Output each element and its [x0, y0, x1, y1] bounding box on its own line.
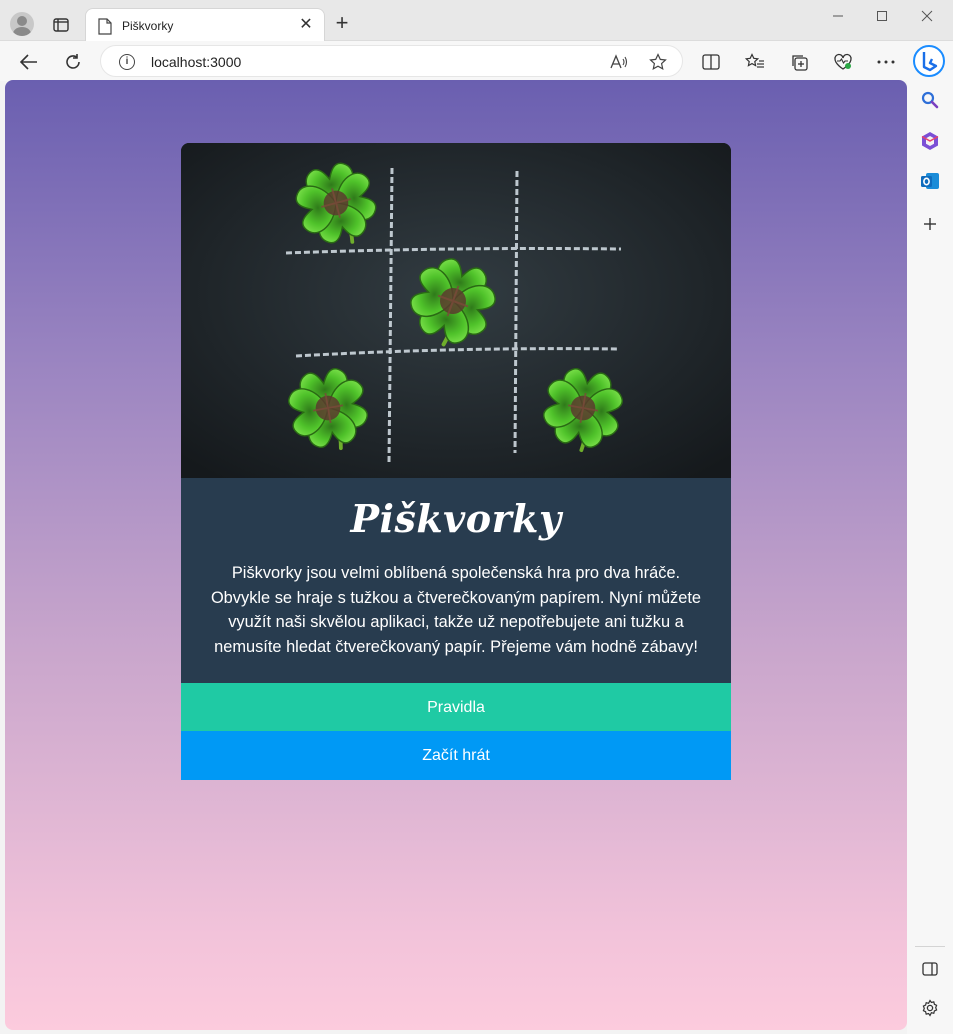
settings-icon[interactable] — [918, 996, 942, 1020]
browser-toolbar: i localhost:3000 — [0, 41, 953, 81]
sidebar-divider — [915, 946, 945, 947]
title-bar: Piškvorky ✕ + — [0, 0, 953, 42]
rules-button[interactable]: Pravidla — [181, 683, 731, 732]
add-icon[interactable] — [918, 212, 942, 236]
game-description: Piškvorky jsou velmi oblíbená společensk… — [210, 564, 702, 656]
game-card: Piškvorky Piškvorky jsou velmi oblíbená … — [181, 143, 731, 780]
page-viewport: Piškvorky Piškvorky jsou velmi oblíbená … — [5, 80, 907, 1030]
refresh-icon[interactable] — [59, 48, 87, 76]
favorites-icon[interactable] — [742, 49, 768, 75]
minimize-icon[interactable] — [823, 8, 853, 26]
copilot-icon[interactable] — [913, 45, 945, 77]
more-icon[interactable] — [873, 49, 899, 75]
read-aloud-icon[interactable] — [609, 52, 629, 72]
outlook-icon[interactable] — [918, 169, 942, 193]
hero-image — [181, 143, 731, 478]
address-bar[interactable]: i localhost:3000 — [100, 45, 683, 77]
info-icon[interactable]: i — [119, 54, 135, 70]
close-window-icon[interactable] — [912, 8, 942, 26]
favorite-star-icon[interactable] — [648, 52, 668, 72]
card-content: Piškvorky Piškvorky jsou velmi oblíbená … — [181, 478, 731, 683]
maximize-icon[interactable] — [867, 8, 897, 26]
page-title: Piškvorky — [350, 496, 562, 541]
office-icon[interactable] — [918, 129, 942, 153]
tab-close-icon[interactable]: ✕ — [296, 15, 316, 35]
split-screen-icon[interactable] — [698, 49, 724, 75]
page-icon — [98, 18, 112, 35]
browser-tab[interactable]: Piškvorky ✕ — [85, 8, 325, 42]
tab-title: Piškvorky — [122, 19, 174, 33]
collections-icon[interactable] — [786, 49, 812, 75]
start-game-button[interactable]: Začít hrát — [181, 731, 731, 780]
browser-essentials-icon[interactable] — [830, 49, 856, 75]
url-text[interactable]: localhost:3000 — [151, 54, 241, 70]
profile-icon[interactable] — [10, 12, 34, 36]
tab-actions-icon[interactable] — [47, 13, 75, 37]
edge-sidebar — [907, 81, 953, 1034]
back-icon[interactable] — [15, 48, 43, 76]
sidebar-toggle-icon[interactable] — [918, 957, 942, 981]
new-tab-button[interactable]: + — [330, 12, 354, 36]
search-icon[interactable] — [918, 88, 942, 112]
